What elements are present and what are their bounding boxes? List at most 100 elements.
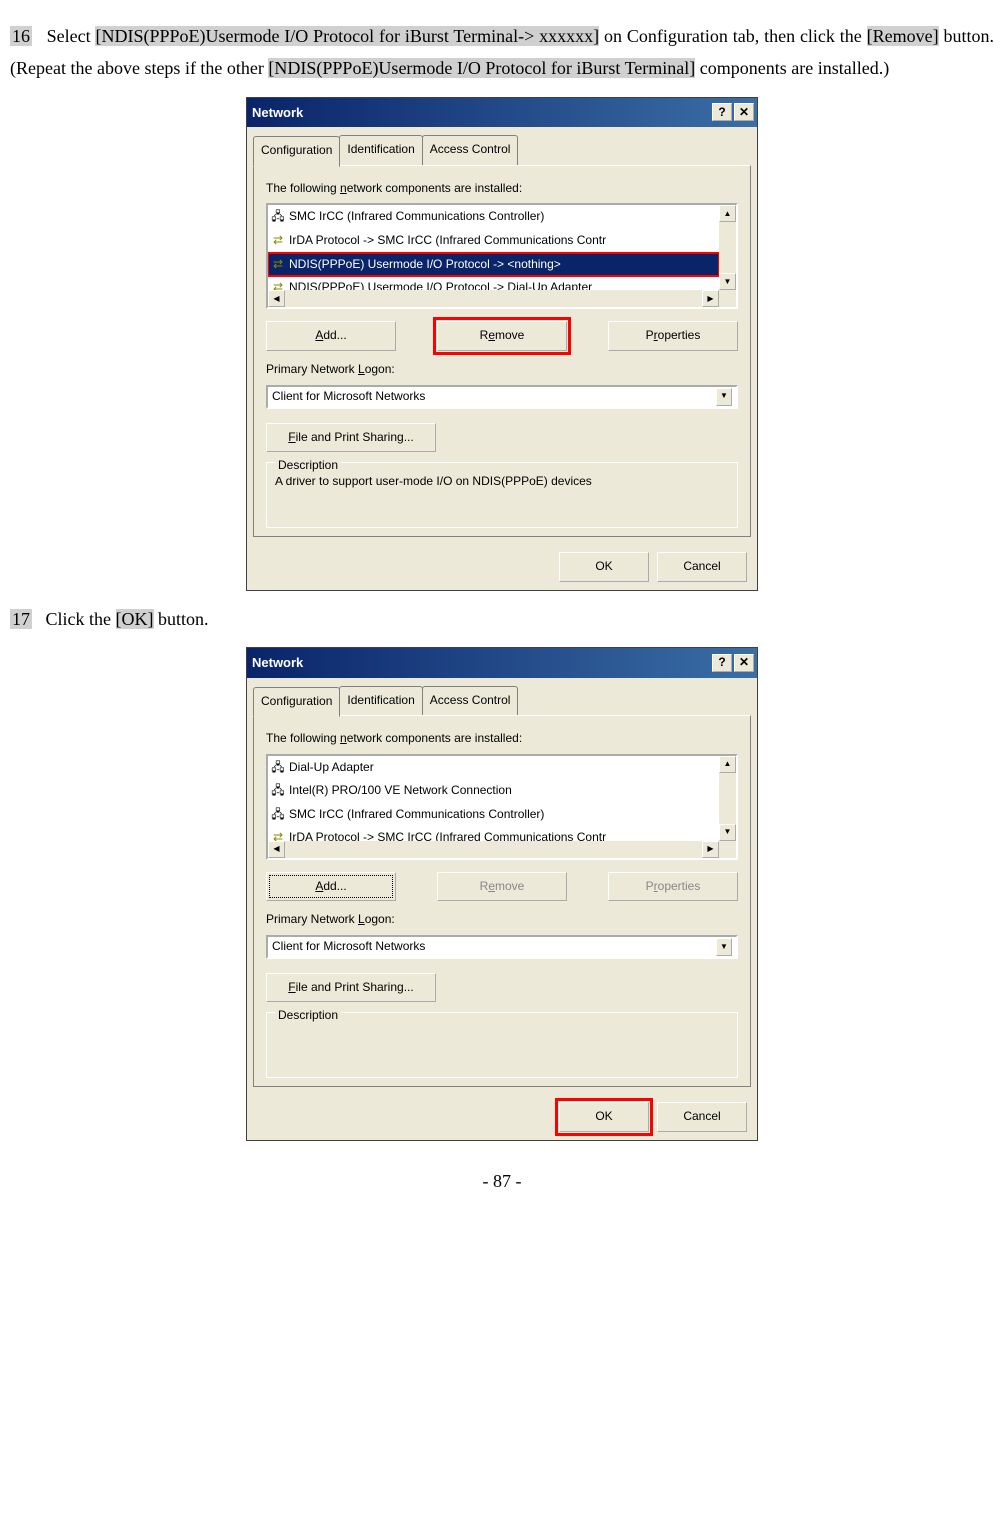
list-item[interactable]: NDIS(PPPoE) Usermode I/O Protocol -> Dia… (268, 276, 719, 290)
help-button[interactable]: ? (712, 103, 732, 121)
protocol-icon (270, 256, 286, 272)
list-item-label: NDIS(PPPoE) Usermode I/O Protocol -> <no… (289, 254, 561, 276)
dialog-title: Network (252, 101, 303, 124)
ok-button[interactable]: OK (559, 552, 649, 582)
list-item-label: SMC IrCC (Infrared Communications Contro… (289, 804, 544, 826)
tab-access-control[interactable]: Access Control (422, 135, 519, 166)
description-text: A driver to support user-mode I/O on NDI… (275, 471, 729, 519)
properties-button[interactable]: Properties (608, 321, 738, 351)
list-item-label: Intel(R) PRO/100 VE Network Connection (289, 780, 512, 802)
step-number-17: 17 (10, 609, 32, 629)
highlight-remove: [Remove] (867, 26, 939, 46)
tab-row: Configuration Identification Access Cont… (247, 678, 757, 717)
close-button[interactable]: ✕ (734, 654, 754, 672)
network-dialog-2: Network ? ✕ Configuration Identification… (246, 647, 758, 1141)
description-legend: Description (275, 455, 341, 477)
logon-value: Client for Microsoft Networks (272, 386, 425, 408)
description-fieldset: Description (266, 1012, 738, 1078)
scrollbar-vertical[interactable]: ▲ ▼ (719, 756, 736, 841)
component-listbox[interactable]: SMC IrCC (Infrared Communications Contro… (266, 203, 738, 309)
tab-row: Configuration Identification Access Cont… (247, 127, 757, 166)
titlebar-buttons: ? ✕ (712, 103, 754, 121)
logon-value: Client for Microsoft Networks (272, 936, 425, 958)
adapter-icon (270, 807, 286, 823)
adapter-icon (270, 783, 286, 799)
list-item-label: IrDA Protocol -> SMC IrCC (Infrared Comm… (289, 827, 606, 840)
logon-combo[interactable]: Client for Microsoft Networks ▼ (266, 385, 738, 409)
list-item[interactable]: SMC IrCC (Infrared Communications Contro… (268, 803, 719, 827)
list-item-label: Dial-Up Adapter (289, 757, 374, 779)
step-number-16: 16 (10, 26, 32, 46)
file-print-sharing-button[interactable]: File and Print Sharing... (266, 973, 436, 1003)
installed-label: The following network components are ins… (266, 728, 738, 750)
scrollbar-vertical[interactable]: ▲ ▼ (719, 205, 736, 290)
add-button[interactable]: Add... (266, 872, 396, 902)
scrollbar-horizontal[interactable]: ◀ ▶ (268, 841, 719, 858)
close-button[interactable]: ✕ (734, 103, 754, 121)
highlight-ndis-xxxxxx: [NDIS(PPPoE)Usermode I/O Protocol for iB… (95, 26, 599, 46)
adapter-icon (270, 760, 286, 776)
logon-label: Primary Network Logon: (266, 909, 738, 931)
tab-configuration[interactable]: Configuration (253, 136, 340, 167)
tab-access-control[interactable]: Access Control (422, 686, 519, 717)
combo-arrow-icon[interactable]: ▼ (716, 938, 732, 956)
scroll-down-icon[interactable]: ▼ (719, 273, 736, 290)
scroll-left-icon[interactable]: ◀ (268, 841, 285, 858)
list-item-label: IrDA Protocol -> SMC IrCC (Infrared Comm… (289, 230, 606, 252)
description-text (275, 1021, 729, 1069)
dialog-title: Network (252, 651, 303, 674)
scroll-left-icon[interactable]: ◀ (268, 290, 285, 307)
step-17-text: 17 Click the [OK] button. (10, 603, 994, 635)
list-item-label: SMC IrCC (Infrared Communications Contro… (289, 206, 544, 228)
scroll-up-icon[interactable]: ▲ (719, 756, 736, 773)
help-button[interactable]: ? (712, 654, 732, 672)
add-button[interactable]: Add... (266, 321, 396, 351)
fps-row: File and Print Sharing... (266, 973, 738, 1003)
tab-configuration[interactable]: Configuration (253, 687, 340, 718)
highlight-ndis-terminal: [NDIS(PPPoE)Usermode I/O Protocol for iB… (268, 58, 695, 78)
logon-label: Primary Network Logon: (266, 359, 738, 381)
tab-identification[interactable]: Identification (339, 686, 422, 717)
list-item[interactable]: Dial-Up Adapter (268, 756, 719, 780)
list-item[interactable]: IrDA Protocol -> SMC IrCC (Infrared Comm… (268, 229, 719, 253)
file-print-sharing-button[interactable]: File and Print Sharing... (266, 423, 436, 453)
protocol-icon (270, 233, 286, 249)
highlight-ok: [OK] (116, 609, 154, 629)
scroll-down-icon[interactable]: ▼ (719, 824, 736, 841)
installed-label: The following network components are ins… (266, 178, 738, 200)
properties-button[interactable]: Properties (608, 872, 738, 902)
scroll-up-icon[interactable]: ▲ (719, 205, 736, 222)
list-item[interactable]: Intel(R) PRO/100 VE Network Connection (268, 779, 719, 803)
list-item[interactable]: SMC IrCC (Infrared Communications Contro… (268, 205, 719, 229)
tab-identification[interactable]: Identification (339, 135, 422, 166)
titlebar-buttons: ? ✕ (712, 654, 754, 672)
combo-arrow-icon[interactable]: ▼ (716, 388, 732, 406)
protocol-icon (270, 830, 286, 840)
protocol-icon (270, 280, 286, 290)
cancel-button[interactable]: Cancel (657, 552, 747, 582)
list-item-label: NDIS(PPPoE) Usermode I/O Protocol -> Dia… (289, 277, 592, 290)
cancel-button[interactable]: Cancel (657, 1102, 747, 1132)
tab-panel: The following network components are ins… (253, 715, 751, 1087)
button-row: Add... Remove Properties (266, 321, 738, 351)
logon-combo[interactable]: Client for Microsoft Networks ▼ (266, 935, 738, 959)
description-legend: Description (275, 1005, 341, 1027)
scrollbar-horizontal[interactable]: ◀ ▶ (268, 290, 719, 307)
list-item[interactable]: NDIS(PPPoE) Usermode I/O Protocol -> <no… (268, 253, 719, 277)
scroll-right-icon[interactable]: ▶ (702, 841, 719, 858)
dialog-footer: OK Cancel (247, 544, 757, 590)
network-dialog-1: Network ? ✕ Configuration Identification… (246, 97, 758, 591)
button-row: Add... Remove Properties (266, 872, 738, 902)
component-listbox[interactable]: Dial-Up AdapterIntel(R) PRO/100 VE Netwo… (266, 754, 738, 860)
ok-button[interactable]: OK (559, 1102, 649, 1132)
page-number: - 87 - (10, 1165, 994, 1197)
step-16-text: 16 Select [NDIS(PPPoE)Usermode I/O Proto… (10, 20, 994, 85)
fps-row: File and Print Sharing... (266, 423, 738, 453)
scroll-right-icon[interactable]: ▶ (702, 290, 719, 307)
tab-panel: The following network components are ins… (253, 165, 751, 537)
remove-button[interactable]: Remove (437, 872, 567, 902)
remove-button[interactable]: Remove (437, 321, 567, 351)
list-item[interactable]: IrDA Protocol -> SMC IrCC (Infrared Comm… (268, 826, 719, 840)
titlebar: Network ? ✕ (247, 648, 757, 677)
adapter-icon (270, 209, 286, 225)
